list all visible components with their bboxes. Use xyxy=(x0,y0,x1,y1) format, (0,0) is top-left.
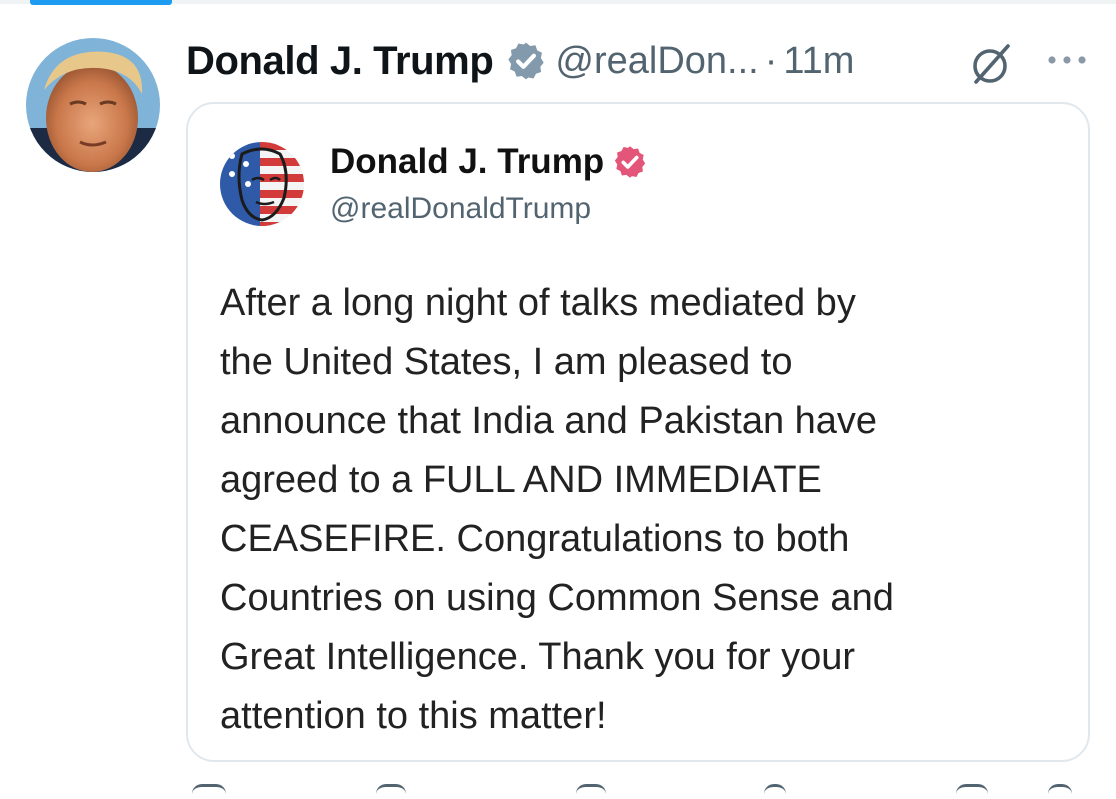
bookmark-icon[interactable] xyxy=(956,784,988,799)
tweet-header: Donald J. Trump @realDon... · 11m xyxy=(186,36,854,86)
quoted-text-line: attention to this matter! xyxy=(220,695,607,737)
like-icon[interactable] xyxy=(576,784,606,799)
flag-portrait-avatar-icon xyxy=(220,142,304,226)
quoted-text-line: CEASEFIRE. Congratulations to both xyxy=(220,518,850,560)
more-options-icon[interactable] xyxy=(1046,52,1088,68)
quoted-name-row: Donald J. Trump xyxy=(330,142,648,182)
tweet-action-bar xyxy=(186,784,1090,796)
post-timestamp[interactable]: 11m xyxy=(783,40,854,83)
quoted-text-line: announce that India and Pakistan have xyxy=(220,400,878,442)
quoted-text-line: Countries on using Common Sense and xyxy=(220,577,894,619)
quoted-post-text: After a long night of talks mediated by … xyxy=(220,274,1070,746)
quoted-text-line: Great Intelligence. Thank you for your xyxy=(220,636,856,678)
verified-badge-icon xyxy=(615,146,646,178)
profile-photo-icon xyxy=(26,38,160,172)
quoted-author-handle[interactable]: @realDonaldTrump xyxy=(330,192,591,226)
verified-badge-icon xyxy=(508,42,545,80)
reply-icon[interactable] xyxy=(192,784,226,799)
quoted-text-line: the United States, I am pleased to xyxy=(220,341,793,383)
quoted-author-avatar[interactable] xyxy=(220,142,304,226)
author-display-name[interactable]: Donald J. Trump xyxy=(186,39,494,84)
quoted-text-line: agreed to a FULL AND IMMEDIATE xyxy=(220,459,822,501)
separator-dot: · xyxy=(764,39,778,82)
quoted-author-display-name[interactable]: Donald J. Trump xyxy=(330,142,604,182)
quoted-post-card[interactable]: Donald J. Trump @realDonaldTrump After a… xyxy=(186,102,1090,762)
views-icon[interactable] xyxy=(764,784,786,799)
repost-icon[interactable] xyxy=(376,784,406,799)
author-handle[interactable]: @realDon... xyxy=(555,40,758,83)
grok-icon[interactable] xyxy=(968,40,1016,88)
quoted-text-line: After a long night of talks mediated by xyxy=(220,282,856,324)
share-icon[interactable] xyxy=(1048,784,1072,799)
author-avatar[interactable] xyxy=(26,38,160,172)
active-tab-indicator xyxy=(30,0,172,5)
